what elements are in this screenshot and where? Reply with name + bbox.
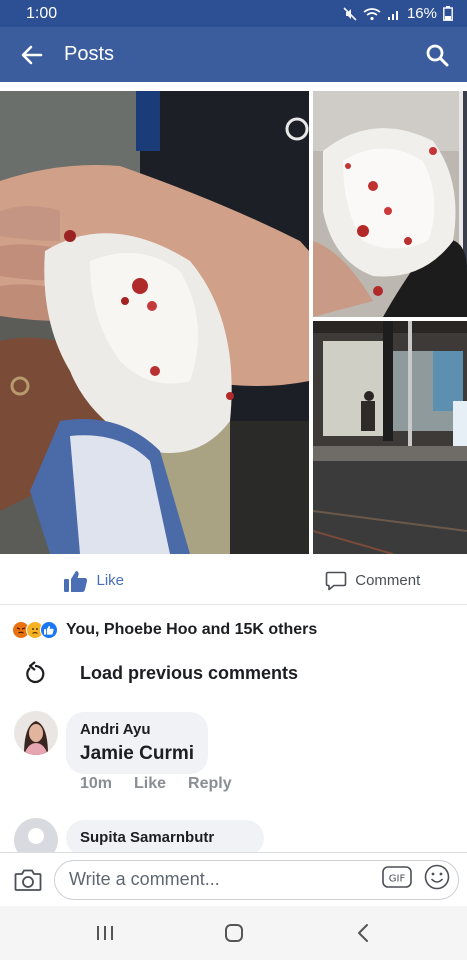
emoji-button[interactable]: [424, 864, 450, 895]
comment-author[interactable]: Andri Ayu: [80, 720, 194, 740]
comment-composer: Write a comment... GIF: [0, 852, 467, 906]
recent-apps-icon: [96, 926, 113, 940]
reaction-icons: [12, 621, 58, 639]
comment-author[interactable]: Supita Samarnbutr: [80, 828, 214, 848]
camera-icon: [14, 869, 42, 891]
wifi-icon: [363, 7, 381, 20]
post-actions: Like Comment: [0, 557, 467, 605]
svg-text:GIF: GIF: [389, 874, 406, 885]
comment-like-button[interactable]: Like: [134, 775, 166, 793]
comment-label: Comment: [355, 572, 421, 589]
post-photo-grid: [0, 91, 467, 554]
thumbs-up-icon: [64, 570, 88, 592]
photo-tissue-closeup[interactable]: [313, 91, 467, 317]
reactions-summary[interactable]: You, Phoebe Hoo and 15K others: [12, 618, 317, 642]
status-icons: 16%: [343, 5, 453, 22]
comment-button[interactable]: Comment: [239, 571, 467, 591]
system-nav-bar: [0, 906, 467, 960]
comment-item: Supita Samarnbutr: [14, 818, 454, 852]
reactions-text: You, Phoebe Hoo and 15K others: [66, 621, 318, 638]
load-previous-comments[interactable]: Load previous comments: [0, 656, 467, 690]
gif-icon: GIF: [382, 866, 412, 888]
avatar[interactable]: [14, 711, 58, 755]
battery-percent: 16%: [406, 5, 437, 22]
like-react-icon: [40, 621, 58, 639]
comment-text[interactable]: Jamie Curmi: [80, 742, 194, 766]
arrow-left-icon: [21, 45, 43, 64]
like-button[interactable]: Like: [0, 570, 239, 592]
search-icon: [426, 44, 449, 66]
comment-item: Andri Ayu Jamie Curmi 10m Like Reply: [14, 711, 454, 801]
load-icon-wrap: [0, 661, 70, 685]
comment-bubble[interactable]: Supita Samarnbutr: [66, 820, 265, 852]
page-title: Posts: [64, 43, 115, 65]
search-button[interactable]: [407, 27, 467, 82]
comment-placeholder[interactable]: Write a comment...: [69, 869, 382, 890]
photo-street-night[interactable]: [313, 321, 467, 554]
load-previous-label: Load previous comments: [80, 662, 299, 683]
comment-time: 10m: [80, 775, 113, 792]
app-header: Posts: [0, 27, 467, 82]
comment-reply-button[interactable]: Reply: [188, 775, 232, 793]
comment-input[interactable]: Write a comment... GIF: [54, 859, 459, 900]
signal-icon: [387, 10, 398, 20]
comment-bubble[interactable]: Andri Ayu Jamie Curmi: [66, 712, 209, 774]
mute-icon: [343, 6, 357, 21]
home-button[interactable]: [204, 906, 264, 960]
status-time: 1:00: [26, 4, 58, 22]
photo-hand-tissue[interactable]: [0, 91, 309, 554]
home-icon: [224, 924, 243, 942]
recent-apps-button[interactable]: [75, 906, 135, 960]
system-back-button[interactable]: [333, 906, 393, 960]
gif-button[interactable]: GIF: [382, 865, 412, 894]
battery-icon: [443, 6, 453, 21]
refresh-icon: [26, 661, 45, 684]
avatar[interactable]: [14, 818, 58, 852]
comment-bubble-icon: [325, 571, 347, 590]
camera-button[interactable]: [2, 868, 54, 892]
like-label: Like: [96, 572, 125, 589]
emoji-icon: [424, 864, 450, 890]
comment-meta: 10m Like Reply: [80, 775, 232, 793]
status-bar: 1:00 16%: [0, 0, 467, 27]
back-button[interactable]: [0, 27, 64, 82]
back-icon: [357, 924, 368, 942]
